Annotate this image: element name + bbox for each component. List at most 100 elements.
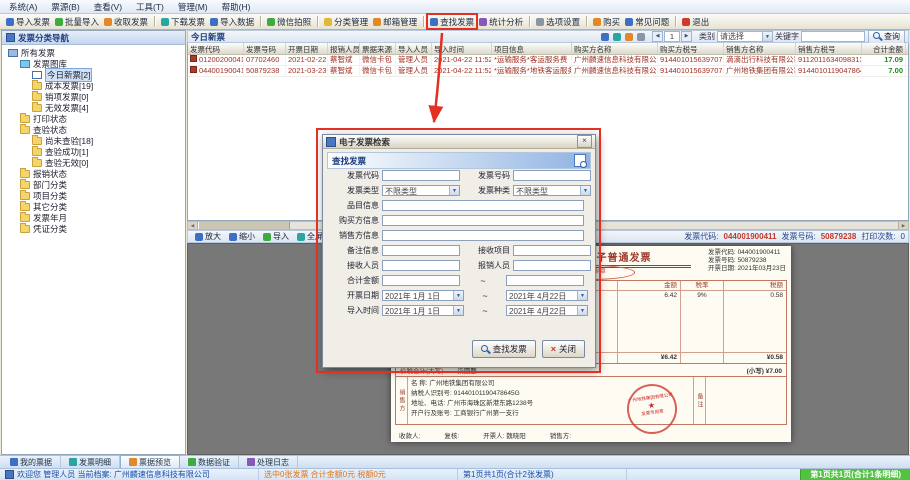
tree-item[interactable]: 查验状态 (2, 124, 185, 135)
bottom-tab[interactable]: 票据预览 (120, 455, 180, 469)
tree-item[interactable]: 发票图库 (2, 58, 185, 69)
toolbar-button[interactable]: 邮箱管理 (371, 15, 419, 28)
scrollbar-thumb[interactable] (198, 222, 290, 229)
issue-date-to-picker[interactable]: 2021年 4月22日 ▼ (506, 290, 588, 301)
tree-item[interactable]: 报销状态 (2, 168, 185, 179)
tree-item[interactable]: 尚未查验[18] (2, 135, 185, 146)
column-header[interactable]: 购买方名称 (572, 43, 658, 54)
list-tool-icon[interactable] (613, 33, 621, 41)
page-next-button[interactable]: ▶ (681, 31, 692, 42)
menu-item[interactable]: 管理(M) (171, 1, 215, 13)
toolbar-button[interactable]: 批量导入 (53, 15, 101, 28)
toolbar-button[interactable]: 统计分析 (477, 15, 525, 28)
reimburser-input[interactable] (513, 260, 591, 271)
preview-toolbar-button[interactable]: 放大 (191, 231, 225, 243)
column-header[interactable]: 销售方税号 (796, 43, 862, 54)
cell-seller-taxid: 91120116340983130T (796, 55, 862, 65)
receiver-input[interactable] (382, 260, 460, 271)
tree-item[interactable]: 查验成功[1] (2, 146, 185, 157)
tree-item[interactable]: 无效发票[4] (2, 102, 185, 113)
invoice-kind-select[interactable]: 不限类型 ▼ (513, 185, 591, 196)
menu-item[interactable]: 帮助(H) (215, 1, 258, 13)
preview-toolbar-button[interactable]: 导入 (259, 231, 293, 243)
scroll-left-icon[interactable]: ◀ (188, 222, 198, 229)
column-header[interactable]: 合计金额 (862, 43, 906, 54)
bottom-tab[interactable]: 处理日志 (239, 456, 298, 468)
receive-project-input[interactable] (513, 245, 591, 256)
list-tool-icon[interactable] (601, 33, 609, 41)
column-header[interactable]: 开票日期 (286, 43, 328, 54)
search-button[interactable]: 查询 (868, 30, 905, 44)
toolbar-button[interactable]: 下载发票 (159, 15, 207, 28)
list-tool-icon[interactable] (637, 33, 645, 41)
tree-item[interactable]: 项目分类 (2, 190, 185, 201)
main-toolbar: 导入发票 批量导入 收取发票 下载发票 (0, 14, 910, 30)
column-header[interactable]: 报销人员 (328, 43, 360, 54)
column-header[interactable]: 导入人员 (396, 43, 432, 54)
tree-item[interactable]: 其它分类 (2, 201, 185, 212)
column-header[interactable]: 导入时间 (432, 43, 492, 54)
toolbar-button[interactable]: 选项设置 (534, 15, 582, 28)
issue-date-from-picker[interactable]: 2021年 1月 1日 ▼ (382, 290, 464, 301)
dialog-search-button[interactable]: 查找发票 (472, 340, 536, 358)
dialog-titlebar[interactable]: 电子发票检索 × (323, 135, 595, 149)
amount-from-input[interactable] (382, 275, 460, 286)
tree-item[interactable]: 查验无效[0] (2, 157, 185, 168)
cell-source: 微信卡包 (360, 66, 396, 76)
page-prev-button[interactable]: ◀ (652, 31, 663, 42)
seller-info-input[interactable] (382, 230, 584, 241)
tree-item[interactable]: 今日新票[2] (2, 69, 185, 80)
column-header[interactable]: 购买方税号 (658, 43, 724, 54)
menu-item[interactable]: 票源(B) (44, 1, 86, 13)
preview-toolbar-button[interactable]: 缩小 (225, 231, 259, 243)
bottom-tab[interactable]: 数据验证 (180, 456, 239, 468)
menu-item[interactable]: 查看(V) (87, 1, 129, 13)
tree-item[interactable]: 打印状态 (2, 113, 185, 124)
tree-item[interactable]: 所有发票 (2, 47, 185, 58)
chevron-down-icon: ▼ (580, 186, 590, 195)
column-header[interactable]: 发票代码 (188, 43, 244, 54)
menu-item[interactable]: 工具(T) (129, 1, 171, 13)
keyword-input[interactable] (801, 31, 865, 42)
invoice-type-select[interactable]: 不限类型 ▼ (382, 185, 460, 196)
amount-to-input[interactable] (506, 275, 584, 286)
toolbar-button[interactable]: 导入发票 (4, 15, 52, 28)
toolbar-button[interactable]: 查找发票 (428, 15, 476, 28)
buyer-info-input[interactable] (382, 215, 584, 226)
toolbar-button[interactable]: 微信拍照 (265, 15, 313, 28)
invoice-number-input[interactable] (513, 170, 591, 181)
tree-item[interactable]: 发票年月 (2, 212, 185, 223)
tree-item[interactable]: 凭证分类 (2, 223, 185, 234)
invoice-row[interactable]: 044001900411 50879238 2021-03-23 蔡智斌 微信卡… (188, 66, 908, 77)
tree-item[interactable]: 部门分类 (2, 179, 185, 190)
import-time-to-value: 2021年 4月22日 (507, 306, 577, 315)
import-time-to-picker[interactable]: 2021年 4月22日 ▼ (506, 305, 588, 316)
item-info-input[interactable] (382, 200, 584, 211)
toolbar-button[interactable]: 购买 (591, 15, 622, 28)
navigation-icon (6, 33, 15, 42)
column-header[interactable]: 项目信息 (492, 43, 572, 54)
column-header[interactable]: 销售方名称 (724, 43, 796, 54)
toolbar-button[interactable]: 退出 (680, 15, 711, 28)
toolbar-button-icon (430, 18, 438, 26)
list-tool-icon[interactable] (625, 33, 633, 41)
remark-info-input[interactable] (382, 245, 460, 256)
tree-item[interactable]: 销项发票[0] (2, 91, 185, 102)
dialog-close-icon[interactable]: × (577, 135, 592, 148)
menu-item[interactable]: 系统(A) (2, 1, 44, 13)
category-select[interactable]: 请选择 ▼ (717, 31, 773, 42)
bottom-tab[interactable]: 发票明细 (61, 456, 120, 468)
invoice-row[interactable]: 012002000411 07702460 2021-02-22 蔡智斌 微信卡… (188, 55, 908, 66)
toolbar-button[interactable]: 导入数据 (208, 15, 256, 28)
scroll-right-icon[interactable]: ▶ (898, 222, 908, 229)
toolbar-button[interactable]: 常见问题 (623, 15, 671, 28)
invoice-code-input[interactable] (382, 170, 460, 181)
dialog-cancel-button[interactable]: × 关闭 (542, 340, 585, 358)
column-header[interactable]: 票据来源 (360, 43, 396, 54)
tree-item[interactable]: 成本发票[19] (2, 80, 185, 91)
import-time-from-picker[interactable]: 2021年 1月 1日 ▼ (382, 305, 464, 316)
toolbar-button[interactable]: 收取发票 (102, 15, 150, 28)
toolbar-button[interactable]: 分类管理 (322, 15, 370, 28)
bottom-tab[interactable]: 我的票据 (2, 456, 61, 468)
column-header[interactable]: 发票号码 (244, 43, 286, 54)
